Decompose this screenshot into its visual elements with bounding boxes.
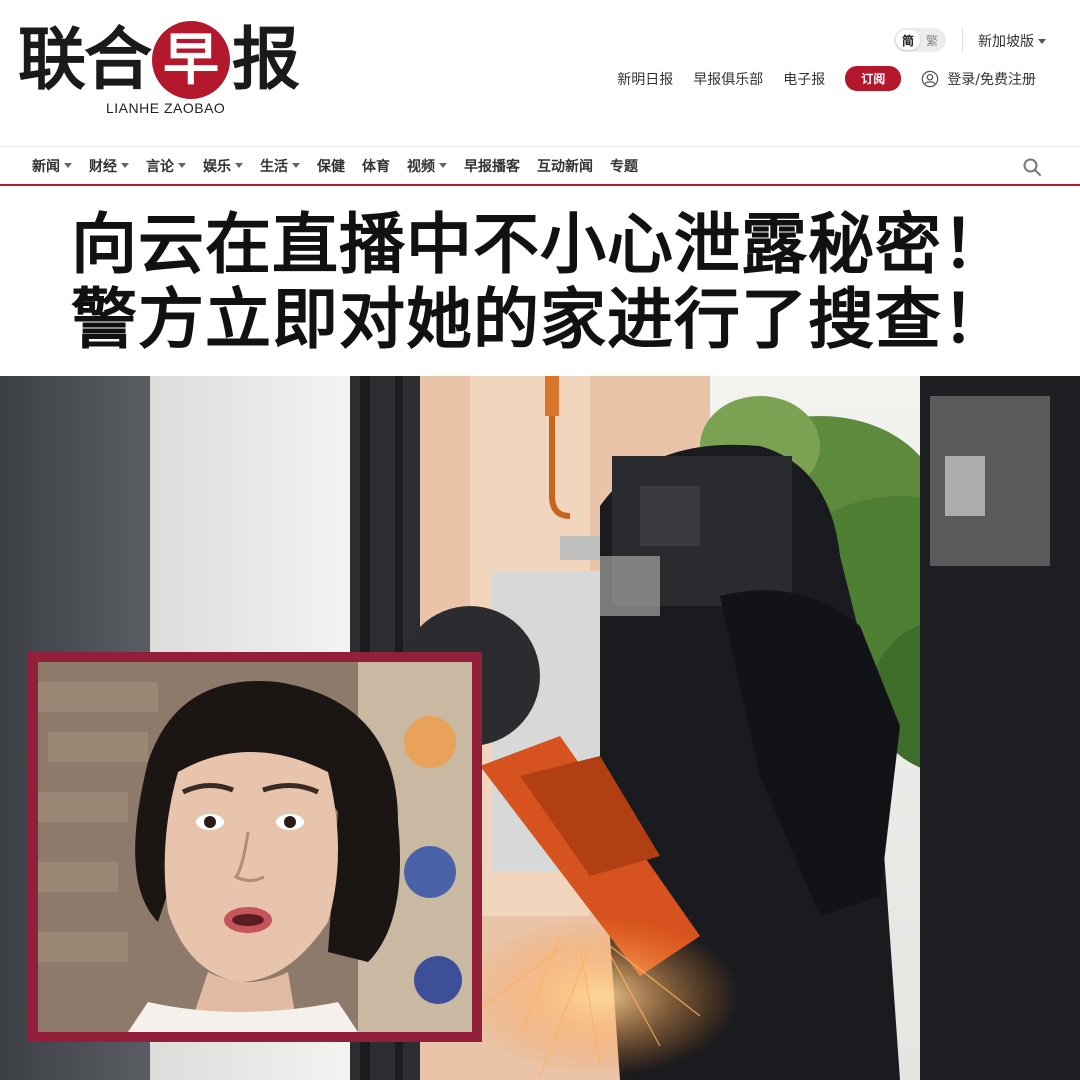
top-links: 新明日报 早报俱乐部 电子报 订阅 登录/免费注册 — [617, 66, 1036, 91]
main-nav: 新闻 财经 言论 娱乐 生活 保健 体育 视频 早报播客 互动新闻 专题 — [0, 146, 1080, 186]
edition-label: 新加坡版 — [978, 34, 1034, 50]
chevron-down-icon — [178, 163, 186, 168]
nav-item-sports[interactable]: 体育 — [362, 156, 390, 176]
headline-line-2: 警方立即对她的家进行了搜查！ — [71, 281, 1009, 358]
logo-wordmark: 联 合 早 报 — [18, 20, 318, 100]
link-epaper[interactable]: 电子报 — [783, 69, 825, 89]
chevron-down-icon — [235, 163, 243, 168]
nav-item-health[interactable]: 保健 — [317, 156, 345, 176]
chevron-down-icon — [292, 163, 300, 168]
nav-item-lifestyle[interactable]: 生活 — [260, 156, 300, 176]
chevron-down-icon — [1038, 38, 1046, 44]
chevron-down-icon — [64, 163, 72, 168]
login-label: 登录/免费注册 — [947, 71, 1036, 88]
search-icon[interactable] — [1022, 157, 1042, 177]
chevron-down-icon — [121, 163, 129, 168]
logo-english: LIANHE ZAOBAO — [106, 100, 226, 116]
link-club[interactable]: 早报俱乐部 — [693, 69, 763, 89]
headline-line-1: 向云在直播中不小心泄露秘密！ — [71, 206, 1009, 284]
inset-portrait-scene — [38, 662, 472, 1032]
nav-item-opinion[interactable]: 言论 — [146, 156, 186, 176]
user-icon — [922, 70, 939, 87]
lang-simplified[interactable]: 简 — [896, 30, 920, 50]
nav-item-news[interactable]: 新闻 — [32, 156, 72, 176]
language-toggle[interactable]: 简 繁 — [894, 28, 946, 52]
chevron-down-icon — [439, 163, 447, 168]
nav-label: 体育 — [362, 158, 390, 175]
divider — [962, 28, 963, 52]
nav-label: 早报播客 — [464, 158, 520, 175]
logo-char: 联 — [18, 20, 86, 100]
nav-item-finance[interactable]: 财经 — [89, 156, 129, 176]
logo-char: 早 — [163, 27, 220, 93]
nav-label: 视频 — [407, 158, 435, 175]
nav-label: 娱乐 — [203, 158, 231, 175]
link-xinming[interactable]: 新明日报 — [617, 69, 673, 89]
article-headline[interactable]: 向云在直播中不小心泄露秘密！ 警方立即对她的家进行了搜查！ — [0, 190, 1080, 376]
site-logo[interactable]: 联 合 早 报 LIANHE ZAOBAO — [18, 20, 318, 120]
logo-char: 报 — [232, 20, 300, 100]
nav-label: 生活 — [260, 158, 288, 175]
nav-item-video[interactable]: 视频 — [407, 156, 447, 176]
logo-circle: 早 — [152, 21, 231, 99]
login-link[interactable]: 登录/免费注册 — [921, 69, 1036, 89]
nav-item-entertainment[interactable]: 娱乐 — [203, 156, 243, 176]
edition-select[interactable]: 新加坡版 — [978, 31, 1046, 51]
nav-item-special[interactable]: 专题 — [610, 156, 638, 176]
subscribe-button[interactable]: 订阅 — [845, 66, 902, 91]
inset-portrait[interactable] — [28, 652, 482, 1042]
logo-char: 合 — [84, 20, 152, 100]
nav-label: 新闻 — [32, 158, 60, 175]
lang-traditional[interactable]: 繁 — [920, 30, 944, 50]
nav-item-interactive[interactable]: 互动新闻 — [537, 156, 593, 176]
nav-label: 财经 — [89, 158, 117, 175]
nav-label: 保健 — [317, 158, 345, 175]
nav-label: 专题 — [610, 158, 638, 175]
nav-item-podcast[interactable]: 早报播客 — [464, 156, 520, 176]
site-header: 联 合 早 报 LIANHE ZAOBAO 简 繁 新加坡版 新明日报 早报俱乐… — [0, 0, 1080, 146]
nav-label: 互动新闻 — [537, 158, 593, 175]
nav-label: 言论 — [146, 158, 174, 175]
